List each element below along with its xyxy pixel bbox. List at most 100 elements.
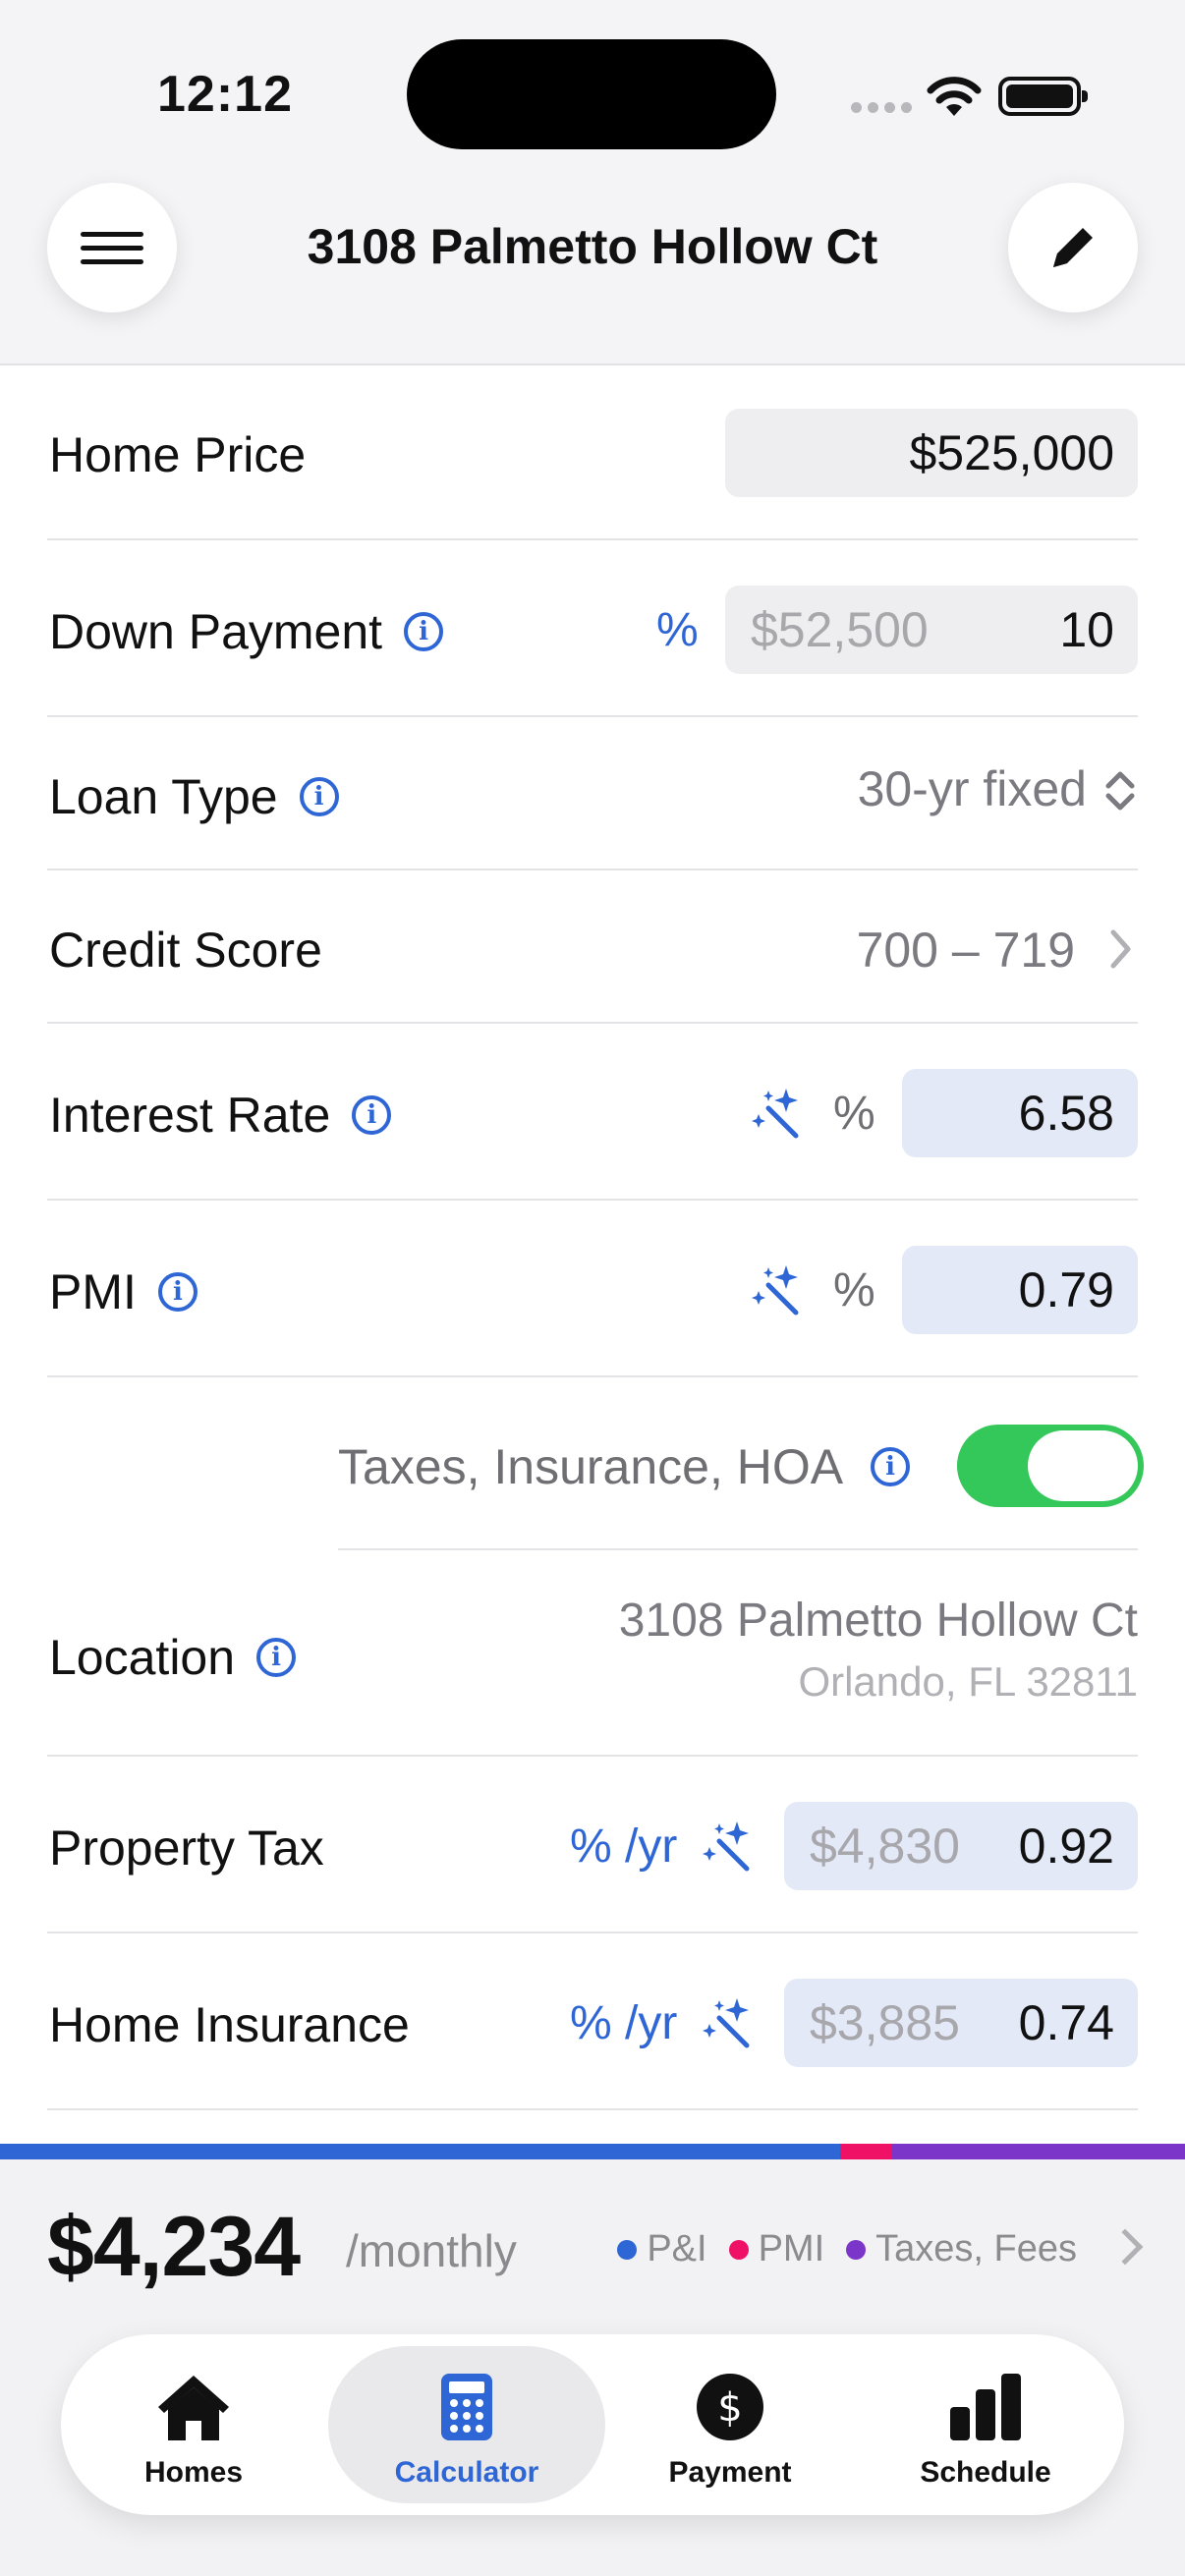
tab-payment[interactable]: $ Payment <box>599 2346 861 2503</box>
info-icon[interactable]: i <box>299 776 339 816</box>
edit-button[interactable] <box>1008 183 1138 312</box>
pencil-icon <box>1053 228 1093 267</box>
tab-payment-label: Payment <box>668 2456 792 2489</box>
interest-rate-input[interactable]: 6.58 <box>902 1069 1138 1157</box>
info-icon[interactable]: i <box>404 611 444 651</box>
chevron-right-icon <box>1110 929 1131 969</box>
tab-calculator-label: Calculator <box>394 2456 539 2489</box>
down-payment-row: Down Payment i % $52,500 10 <box>47 540 1138 717</box>
pi-segment <box>0 2144 841 2159</box>
house-icon <box>158 2376 229 2440</box>
interest-rate-row: Interest Rate i % 6.58 <box>47 1024 1138 1201</box>
location-label-text: Location <box>49 1630 236 1685</box>
payment-summary[interactable]: $4,234 /monthly P&I PMI Taxes, Fees Home… <box>0 2159 1185 2576</box>
home-insurance-unit-toggle[interactable]: % /yr <box>570 1996 677 2050</box>
chevron-right-icon[interactable] <box>1106 2228 1144 2266</box>
magic-wand-icon[interactable] <box>702 1996 755 2049</box>
down-payment-percent: 10 <box>1059 602 1114 657</box>
taxes-legend-dot <box>846 2239 867 2260</box>
calculator-icon <box>441 2374 492 2440</box>
magic-wand-icon[interactable] <box>751 1087 804 1140</box>
down-payment-input[interactable]: $52,500 10 <box>725 586 1138 674</box>
home-price-input[interactable]: $525,000 <box>725 409 1138 497</box>
bar-chart-icon <box>950 2374 1021 2440</box>
pmi-label-text: PMI <box>49 1264 137 1319</box>
calculator-screen: 12:12 3108 Palmetto Hollow Ct Home Price… <box>0 0 1185 2576</box>
taxes-toggle-label: Taxes, Insurance, HOA i <box>338 1438 911 1495</box>
credit-score-label: Credit Score <box>49 923 322 978</box>
location-address-line1: 3108 Palmetto Hollow Ct <box>618 1595 1138 1647</box>
battery-icon <box>998 77 1088 116</box>
home-price-row: Home Price $525,000 <box>47 367 1138 540</box>
info-icon[interactable]: i <box>871 1446 911 1486</box>
loan-type-value[interactable]: 30-yr fixed <box>858 760 1087 817</box>
property-tax-amount: $4,830 <box>810 1819 960 1874</box>
taxes-toggle-label-text: Taxes, Insurance, HOA <box>338 1439 844 1494</box>
home-price-label: Home Price <box>49 427 307 482</box>
top-bar: 12:12 3108 Palmetto Hollow Ct <box>0 0 1185 365</box>
pmi-unit: % <box>833 1264 875 1316</box>
pmi-input[interactable]: 0.79 <box>902 1246 1138 1334</box>
taxes-insurance-toggle[interactable] <box>957 1425 1144 1507</box>
chevron-up-down-icon <box>1105 771 1135 811</box>
credit-score-value: 700 – 719 <box>856 923 1075 978</box>
svg-text:$: $ <box>717 2385 742 2431</box>
location-label: Location i <box>49 1629 297 1686</box>
wifi-icon <box>927 77 982 116</box>
legend-item-taxes: Taxes, Fees <box>875 2228 1077 2269</box>
tab-homes-label: Homes <box>143 2456 244 2489</box>
magic-wand-icon[interactable] <box>751 1263 804 1316</box>
property-tax-input[interactable]: $4,830 0.92 <box>784 1802 1138 1890</box>
interest-rate-unit: % <box>833 1088 875 1140</box>
legend-item-pmi: PMI <box>758 2228 825 2269</box>
info-icon[interactable]: i <box>256 1637 297 1677</box>
taxes-toggle-row: Taxes, Insurance, HOA i <box>338 1377 1144 1550</box>
dollar-circle-icon: $ <box>697 2374 763 2440</box>
tab-homes[interactable]: Homes <box>63 2346 324 2503</box>
loan-type-label: Loan Type i <box>49 768 339 825</box>
page-title: 3108 Palmetto Hollow Ct <box>307 219 878 274</box>
pi-legend-dot <box>617 2239 638 2260</box>
down-payment-amount: $52,500 <box>751 602 929 657</box>
property-tax-value: 0.92 <box>1018 1819 1114 1874</box>
hamburger-icon <box>81 223 143 273</box>
down-payment-label-text: Down Payment <box>49 604 383 659</box>
tab-schedule[interactable]: Schedule <box>855 2346 1116 2503</box>
info-icon[interactable]: i <box>157 1271 198 1312</box>
location-row[interactable]: Location i 3108 Palmetto Hollow Ct Orland… <box>47 1550 1138 1757</box>
home-insurance-input[interactable]: $3,885 0.74 <box>784 1979 1138 2067</box>
pmi-segment <box>840 2144 893 2159</box>
down-payment-unit-toggle[interactable]: % <box>656 603 699 657</box>
loan-type-label-text: Loan Type <box>49 769 278 824</box>
interest-rate-value: 6.58 <box>1018 1086 1114 1141</box>
payment-breakdown-bar <box>0 2144 1185 2159</box>
home-price-value: $525,000 <box>909 425 1114 480</box>
taxes-segment <box>892 2144 1185 2159</box>
location-address-line2: Orlando, FL 32811 <box>798 1658 1138 1705</box>
tab-schedule-label: Schedule <box>920 2456 1051 2489</box>
pmi-legend-dot <box>728 2239 749 2260</box>
status-time: 12:12 <box>157 66 293 123</box>
info-icon[interactable]: i <box>352 1094 392 1135</box>
home-insurance-row: Home Insurance % /yr $3,885 0.74 <box>47 1933 1138 2110</box>
home-insurance-amount: $3,885 <box>810 1995 960 2050</box>
interest-rate-label-text: Interest Rate <box>49 1088 331 1143</box>
monthly-payment-amount: $4,234 <box>47 2200 301 2294</box>
magic-wand-icon[interactable] <box>702 1820 755 1873</box>
property-tax-unit-toggle[interactable]: % /yr <box>570 1820 677 1874</box>
pmi-value: 0.79 <box>1018 1262 1114 1317</box>
home-insurance-label: Home Insurance <box>49 1997 410 2052</box>
tab-calculator[interactable]: Calculator <box>328 2346 605 2503</box>
dynamic-island <box>407 39 776 149</box>
down-payment-label: Down Payment i <box>49 603 444 660</box>
interest-rate-label: Interest Rate i <box>49 1087 392 1144</box>
payment-legend: P&I PMI Taxes, Fees <box>595 2228 1077 2270</box>
property-tax-label: Property Tax <box>49 1820 324 1876</box>
property-tax-row: Property Tax % /yr $4,830 0.92 <box>47 1757 1138 1933</box>
credit-score-row[interactable]: Credit Score 700 – 719 <box>47 870 1138 1024</box>
tab-bar: Homes Calculator $ Payment Schedule <box>61 2334 1124 2515</box>
home-insurance-value: 0.74 <box>1018 1995 1114 2050</box>
legend-item-pi: P&I <box>647 2228 707 2269</box>
loan-type-row[interactable]: Loan Type i 30-yr fixed <box>47 717 1138 870</box>
menu-button[interactable] <box>47 183 177 312</box>
